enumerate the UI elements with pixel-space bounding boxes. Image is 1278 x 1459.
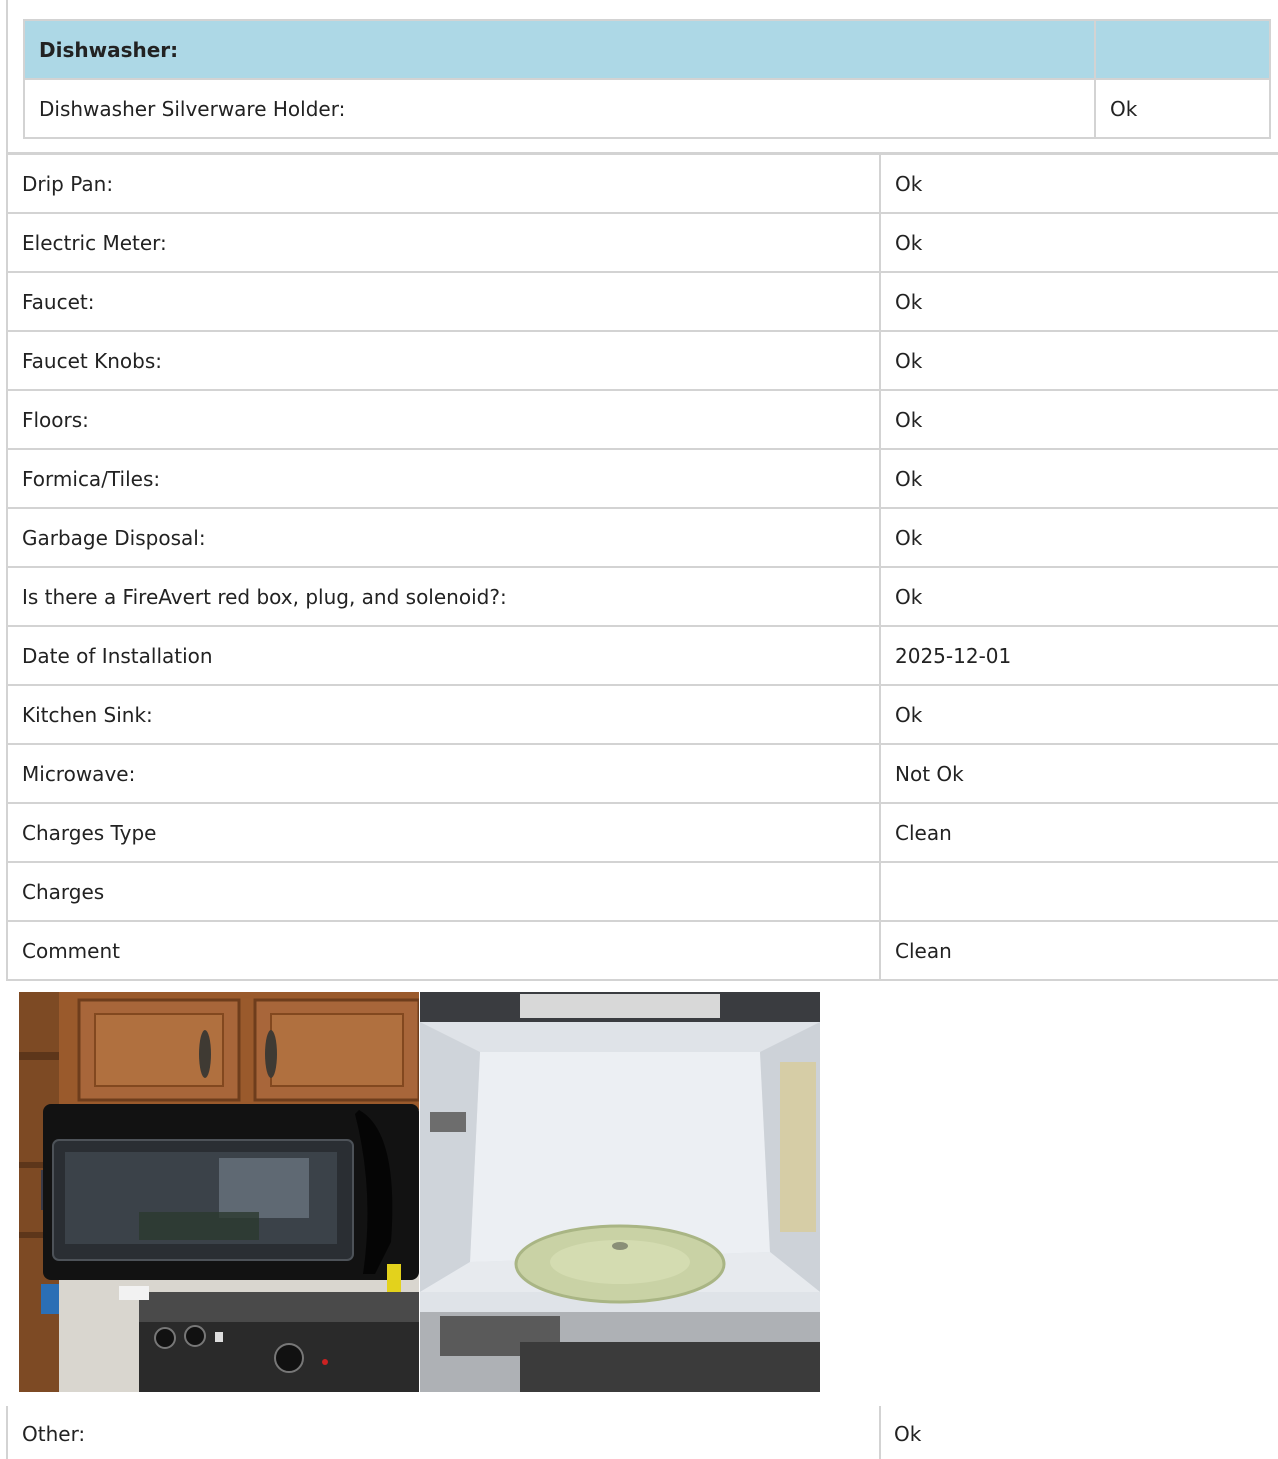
table-row: Is there a FireAvert red box, plug, and … xyxy=(6,566,1278,627)
row-value: Ok xyxy=(879,566,1278,627)
row-value: Not Ok xyxy=(879,743,1278,804)
row-value: Clean xyxy=(879,920,1278,981)
row-value: Ok xyxy=(879,330,1278,391)
row-label: Formica/Tiles: xyxy=(6,448,881,509)
dishwasher-header: Dishwasher: xyxy=(23,19,1096,80)
row-value: Ok xyxy=(879,507,1278,568)
table-row: Date of Installation 2025-12-01 xyxy=(6,625,1278,686)
row-label: Other: xyxy=(22,1422,86,1446)
table-row: Comment Clean xyxy=(6,920,1278,981)
row-value: Clean xyxy=(879,802,1278,863)
table-row: Microwave: Not Ok xyxy=(6,743,1278,804)
row-value: Ok xyxy=(879,448,1278,509)
table-row: Faucet: Ok xyxy=(6,271,1278,332)
row-value: Ok xyxy=(879,271,1278,332)
table-row: Formica/Tiles: Ok xyxy=(6,448,1278,509)
table-row: Floors: Ok xyxy=(6,389,1278,450)
column-divider xyxy=(879,1406,881,1459)
dishwasher-header-empty xyxy=(1094,19,1271,80)
row-label: Electric Meter: xyxy=(6,212,881,273)
row-value: 2025-12-01 xyxy=(879,625,1278,686)
row-label: Kitchen Sink: xyxy=(6,684,881,745)
table-row: Kitchen Sink: Ok xyxy=(6,684,1278,745)
row-label: Dishwasher Silverware Holder: xyxy=(23,78,1096,139)
row-label: Date of Installation xyxy=(6,625,881,686)
inspection-report: Dishwasher: Dishwasher Silverware Holder… xyxy=(0,0,1278,1459)
microwave-exterior-photo[interactable] xyxy=(19,992,419,1392)
inspection-table: Drip Pan: Ok Electric Meter: Ok Faucet: … xyxy=(6,153,1278,981)
dishwasher-section: Dishwasher: Dishwasher Silverware Holder… xyxy=(6,0,1278,154)
dishwasher-table: Dishwasher: Dishwasher Silverware Holder… xyxy=(23,19,1271,139)
row-value xyxy=(879,861,1278,922)
table-row: Dishwasher Silverware Holder: Ok xyxy=(23,78,1271,139)
row-label: Garbage Disposal: xyxy=(6,507,881,568)
row-value: Ok xyxy=(879,212,1278,273)
row-label: Charges xyxy=(6,861,881,922)
row-label: Drip Pan: xyxy=(6,153,881,214)
row-value: Ok xyxy=(894,1422,922,1446)
microwave-interior-photo[interactable] xyxy=(420,992,820,1392)
row-label: Faucet Knobs: xyxy=(6,330,881,391)
table-row: Charges Type Clean xyxy=(6,802,1278,863)
other-row: Other: Ok xyxy=(6,1406,1278,1459)
row-label: Charges Type xyxy=(6,802,881,863)
table-row: Charges xyxy=(6,861,1278,922)
microwave-photos xyxy=(19,992,820,1392)
row-value: Ok xyxy=(879,153,1278,214)
row-label: Faucet: xyxy=(6,271,881,332)
row-label: Is there a FireAvert red box, plug, and … xyxy=(6,566,881,627)
table-row: Garbage Disposal: Ok xyxy=(6,507,1278,568)
table-row: Faucet Knobs: Ok xyxy=(6,330,1278,391)
row-label: Microwave: xyxy=(6,743,881,804)
table-row: Electric Meter: Ok xyxy=(6,212,1278,273)
row-value: Ok xyxy=(879,389,1278,450)
row-value: Ok xyxy=(1094,78,1271,139)
row-value: Ok xyxy=(879,684,1278,745)
row-label: Comment xyxy=(6,920,881,981)
dishwasher-header-row: Dishwasher: xyxy=(23,19,1271,80)
row-label: Floors: xyxy=(6,389,881,450)
table-row: Drip Pan: Ok xyxy=(6,153,1278,214)
